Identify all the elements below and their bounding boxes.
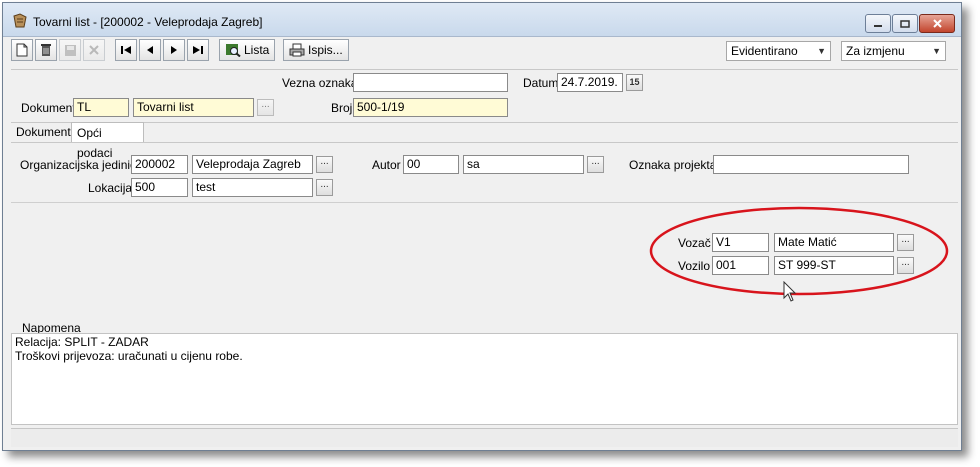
dokument-code-field[interactable]: TL <box>73 98 129 117</box>
status-bar <box>11 428 958 447</box>
delete-button[interactable] <box>35 39 57 61</box>
minimize-icon <box>874 24 882 27</box>
napomena-textarea[interactable]: Relacija: SPLIT - ZADAR Troškovi prijevo… <box>11 333 958 425</box>
new-document-button[interactable] <box>11 39 33 61</box>
save-icon <box>64 44 76 56</box>
window-title: Tovarni list - [200002 - Veleprodaja Zag… <box>33 15 263 29</box>
autor-label: Autor <box>372 158 401 172</box>
lokacija-code-field[interactable]: 500 <box>131 178 188 197</box>
org-lookup-button[interactable]: ... <box>316 156 333 173</box>
vezna-oznaka-field[interactable] <box>353 73 508 92</box>
calendar-icon[interactable]: 15 <box>626 74 643 91</box>
highlight-ellipse <box>649 206 949 296</box>
dokument-label: Dokument <box>21 101 76 115</box>
save-button[interactable] <box>59 39 81 61</box>
printer-icon <box>289 43 305 57</box>
previous-record-button[interactable] <box>139 39 161 61</box>
status-select-value: Evidentirano <box>731 44 798 58</box>
napomena-line-1: Relacija: SPLIT - ZADAR <box>15 335 149 349</box>
datum-label: Datum <box>523 76 559 90</box>
document-header: Vezna oznaka Datum 24.7.2019. 15 Dokumen… <box>11 69 958 123</box>
minimize-button[interactable] <box>865 14 891 33</box>
restore-icon <box>900 19 910 28</box>
lokacija-lookup-button[interactable]: ... <box>316 179 333 196</box>
lokacija-name-field[interactable]: test <box>192 178 313 197</box>
next-record-button[interactable] <box>163 39 185 61</box>
broj-label: Broj <box>331 101 353 115</box>
dokument-name-field[interactable]: Tovarni list <box>133 98 254 117</box>
app-icon <box>13 13 27 28</box>
new-document-icon <box>16 43 28 57</box>
ispis-label: Ispis... <box>308 43 343 57</box>
first-icon <box>121 46 131 54</box>
lokacija-label: Lokacija <box>88 181 133 195</box>
autor-lookup-button[interactable]: ... <box>587 156 604 173</box>
last-icon <box>193 46 203 54</box>
tab-dokumenti[interactable]: Dokumenti <box>11 122 73 142</box>
last-record-button[interactable] <box>187 39 209 61</box>
mode-select-value: Za izmjenu <box>846 44 905 58</box>
org-code-field[interactable]: 200002 <box>131 155 188 174</box>
app-window: Tovarni list - [200002 - Veleprodaja Zag… <box>2 2 962 451</box>
autor-code-field[interactable]: 00 <box>403 155 459 174</box>
first-record-button[interactable] <box>115 39 137 61</box>
maximize-button[interactable] <box>892 14 918 33</box>
next-icon <box>171 46 177 54</box>
trash-icon <box>41 44 51 56</box>
org-name-field[interactable]: Veleprodaja Zagreb <box>192 155 313 174</box>
tab-opci-podaci[interactable]: Opći podaci <box>71 122 144 160</box>
mode-select[interactable]: Za izmjenu ▼ <box>841 41 946 61</box>
cancel-icon <box>89 45 99 55</box>
napomena-line-2: Troškovi prijevoza: uračunati u cijenu r… <box>15 349 243 363</box>
vezna-oznaka-label: Vezna oznaka <box>282 76 358 90</box>
autor-name-field[interactable]: sa <box>463 155 584 174</box>
dokument-lookup-button[interactable]: ... <box>257 99 274 116</box>
chevron-down-icon: ▼ <box>817 46 826 56</box>
mouse-cursor-icon <box>783 281 797 302</box>
status-select[interactable]: Evidentirano ▼ <box>726 41 831 61</box>
close-icon <box>932 19 942 28</box>
list-search-icon <box>226 44 241 57</box>
lista-button[interactable]: Lista <box>219 39 276 61</box>
oznaka-projekta-field[interactable] <box>713 155 909 174</box>
datum-field[interactable]: 24.7.2019. <box>557 73 623 92</box>
cancel-button[interactable] <box>83 39 105 61</box>
previous-icon <box>147 46 153 54</box>
oznaka-projekta-label: Oznaka projekta <box>629 158 717 172</box>
org-jedinica-label: Organizacijska jedinica <box>20 158 143 172</box>
broj-field[interactable]: 500-1/19 <box>353 98 508 117</box>
title-bar: Tovarni list - [200002 - Veleprodaja Zag… <box>3 3 961 37</box>
toolbar: Lista Ispis... Evidentirano ▼ Za izmjenu… <box>11 37 956 66</box>
chevron-down-icon: ▼ <box>932 46 941 56</box>
lista-label: Lista <box>244 43 270 57</box>
close-button[interactable] <box>919 14 955 33</box>
ispis-button[interactable]: Ispis... <box>283 39 349 61</box>
